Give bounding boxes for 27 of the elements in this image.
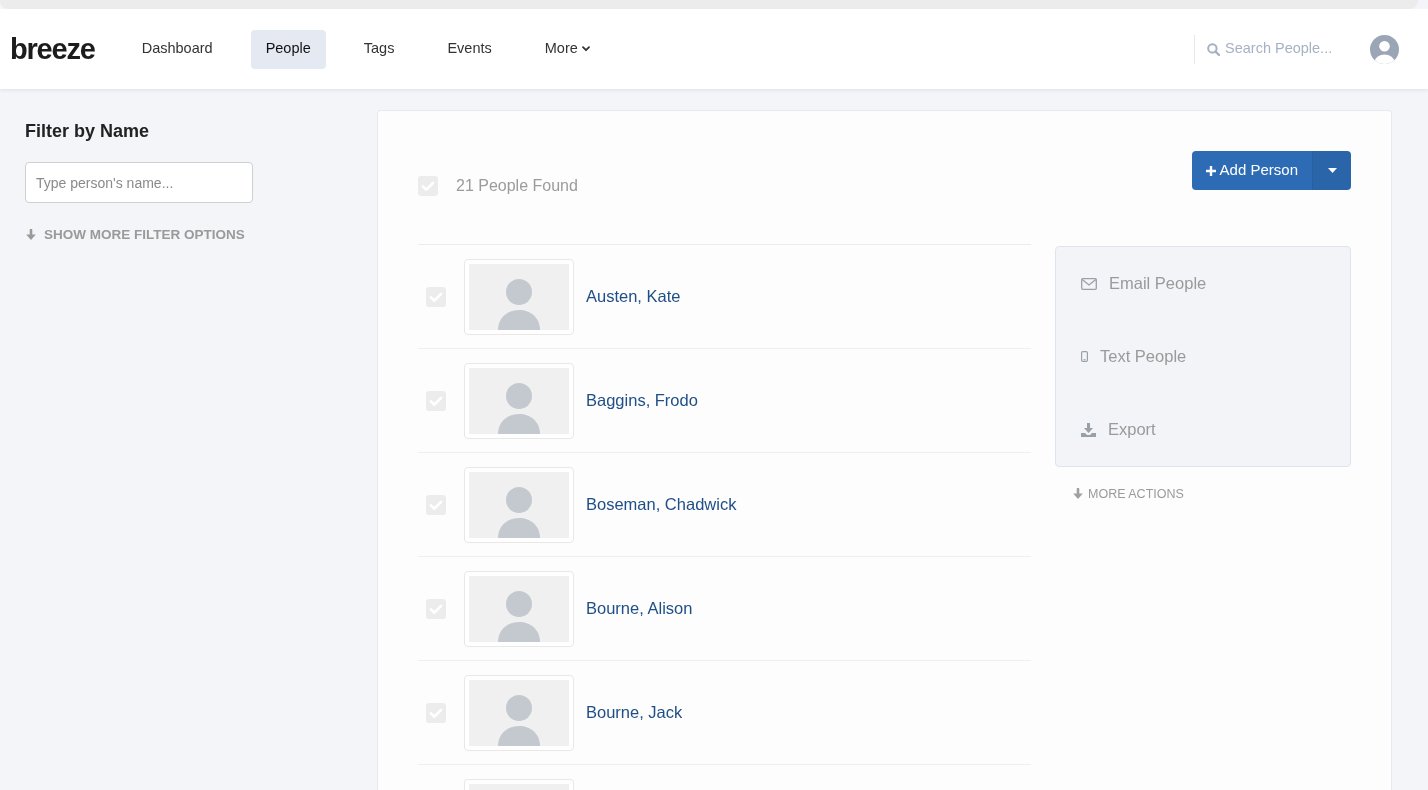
- nav-tab[interactable]: Tags: [348, 29, 410, 69]
- nav-tab[interactable]: People: [250, 29, 326, 69]
- add-person-menu-button[interactable]: [1312, 151, 1351, 190]
- name-filter-field[interactable]: Type person's name...: [25, 162, 253, 203]
- nav-tab[interactable]: More: [529, 29, 605, 69]
- arrow-down-icon: [25, 229, 37, 242]
- person-name-link[interactable]: Bourne, Alison: [586, 596, 693, 621]
- person-name-link[interactable]: Austen, Kate: [586, 284, 681, 309]
- phone-icon: [1081, 351, 1088, 362]
- person-name-link[interactable]: Baggins, Frodo: [586, 388, 698, 413]
- search-icon: [1207, 42, 1220, 56]
- arrow-down-icon: [1072, 488, 1084, 501]
- nav-tab[interactable]: Dashboard: [126, 29, 228, 69]
- person-name-link[interactable]: Bourne, Jack: [586, 700, 683, 725]
- logo[interactable]: breeze: [10, 34, 95, 64]
- download-icon: [1081, 422, 1096, 437]
- add-person-button[interactable]: Add Person: [1191, 151, 1312, 190]
- search-field[interactable]: Search People...: [1225, 38, 1345, 60]
- filter-title: Filter by Name: [25, 120, 151, 143]
- plus-icon: [1205, 165, 1216, 176]
- chevron-down-icon: [581, 46, 590, 52]
- caret-icon: [1327, 168, 1337, 173]
- user-avatar-icon[interactable]: [1370, 34, 1399, 64]
- nav-tab[interactable]: Events: [432, 29, 507, 69]
- envelope-icon: [1081, 277, 1097, 290]
- results-count: 21 People Found: [456, 176, 578, 196]
- person-name-link[interactable]: Boseman, Chadwick: [586, 492, 737, 517]
